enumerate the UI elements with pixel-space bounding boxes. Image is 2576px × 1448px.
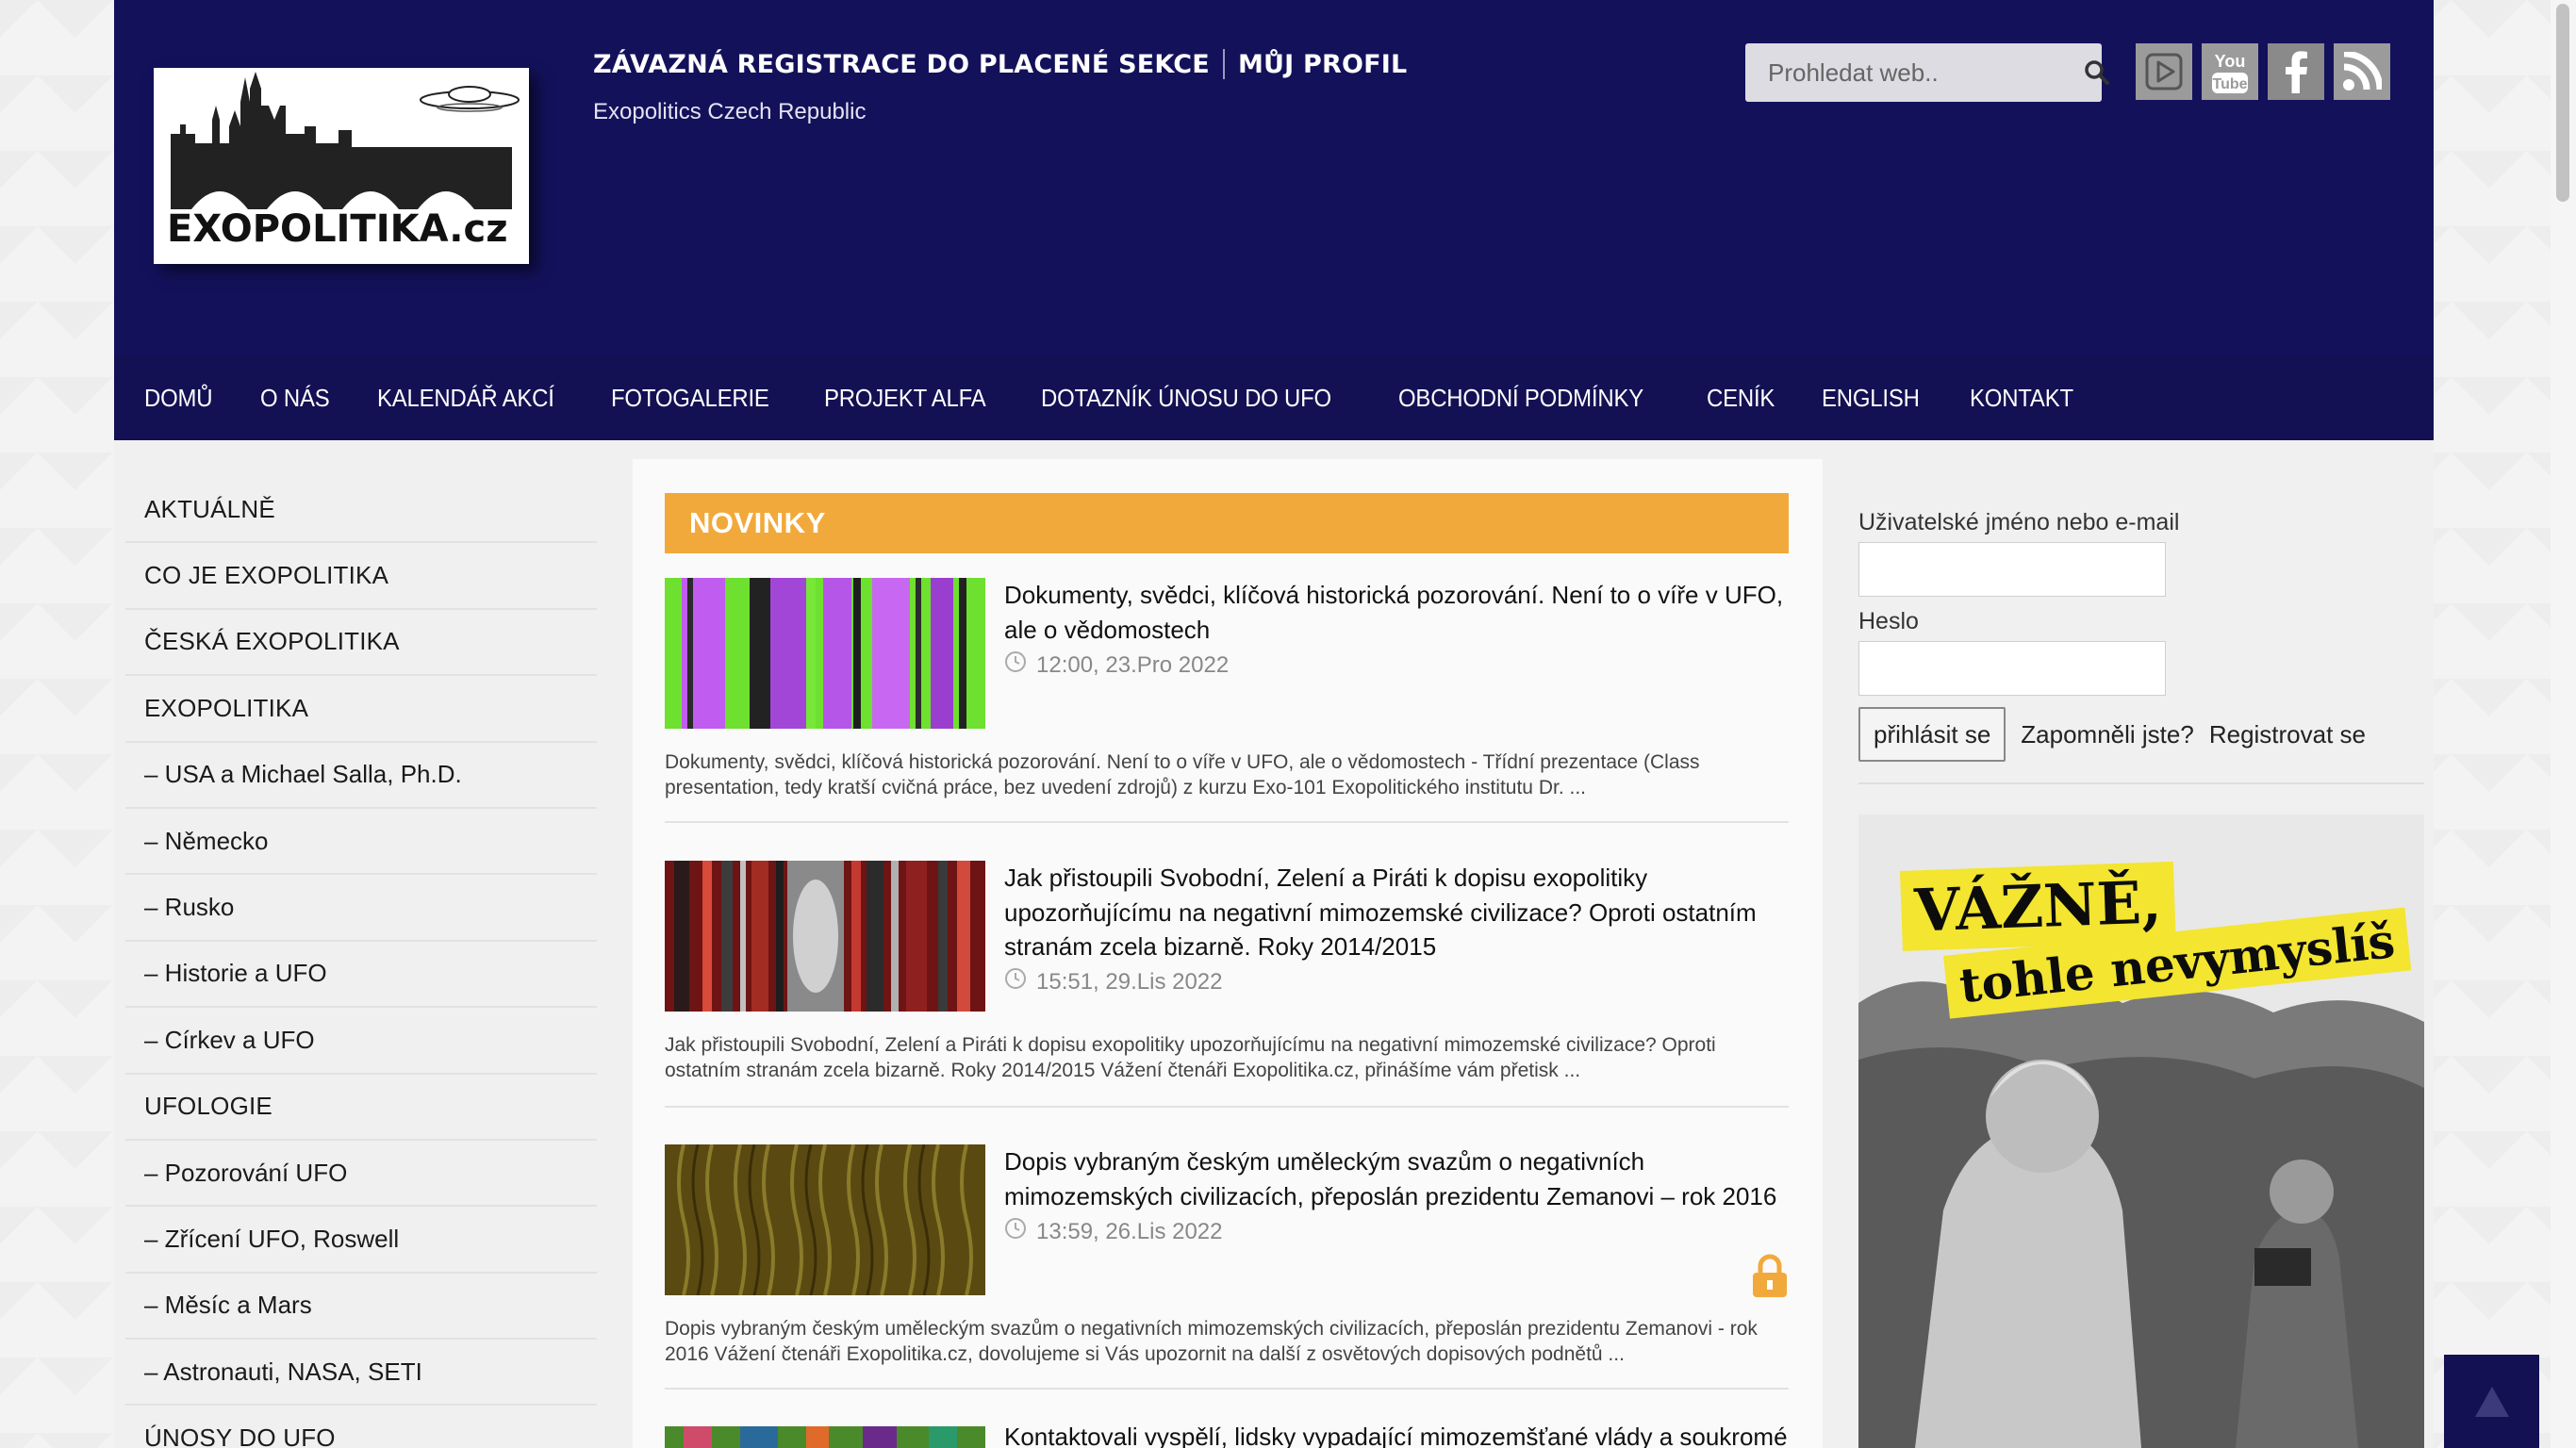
- sidebar-item-ufo-crash-roswell[interactable]: – Zřícení UFO, Roswell: [125, 1207, 597, 1274]
- article-thumbnail[interactable]: [665, 578, 985, 729]
- sidebar-item-germany[interactable]: – Německo: [125, 809, 597, 876]
- page-scrollbar[interactable]: [2551, 0, 2576, 1448]
- nav-item-pricing[interactable]: CENÍK: [1707, 384, 1775, 413]
- sidebar-item-church-ufo[interactable]: – Církev a UFO: [125, 1008, 597, 1075]
- youtube-label-bottom: Tube: [2212, 76, 2247, 92]
- article-item: Dopis vybraným českým uměleckým svazům o…: [665, 1144, 1789, 1427]
- logo-text: EXOPOLITIKA.cz: [167, 207, 507, 251]
- register-link[interactable]: Registrovat se: [2209, 720, 2366, 749]
- article-divider: [665, 1106, 1789, 1108]
- login-actions: přihlásit se Zapomněli jste? Registrovat…: [1858, 707, 2424, 762]
- nav-item-english[interactable]: ENGLISH: [1822, 384, 1920, 413]
- youtube-label-top: You: [2215, 52, 2246, 71]
- username-label: Uživatelské jméno nebo e-mail: [1858, 509, 2180, 535]
- article-date-text: 13:59, 26.Lis 2022: [1036, 1218, 1223, 1244]
- article-title[interactable]: Jak přistoupili Svobodní, Zelení a Pirát…: [1004, 861, 1789, 964]
- article-excerpt: Dokumenty, svědci, klíčová historická po…: [665, 751, 1700, 798]
- article-date: 12:00, 23.Pro 2022: [1004, 650, 1229, 680]
- nav-item-project-alfa[interactable]: PROJEKT ALFA: [824, 384, 986, 413]
- sidebar-item-what-is-exopolitics[interactable]: CO JE EXOPOLITIKA: [125, 543, 597, 610]
- scrollbar-thumb[interactable]: [2556, 4, 2569, 202]
- clock-icon: [1004, 1217, 1027, 1246]
- sidebar-item-ufo-abductions[interactable]: ÚNOSY DO UFO: [125, 1406, 597, 1448]
- book-advertisement[interactable]: VÁŽNĚ, tohle nevymyslíš: [1858, 814, 2424, 1448]
- article-title[interactable]: Dokumenty, svědci, klíčová historická po…: [1004, 578, 1789, 647]
- rumble-icon[interactable]: [2136, 43, 2192, 100]
- paid-registration-link[interactable]: ZÁVAZNÁ REGISTRACE DO PLACENÉ SEKCE: [593, 50, 1210, 79]
- login-divider: [1858, 782, 2424, 784]
- search-box: [1745, 43, 2109, 102]
- arrow-up-icon: [2474, 1386, 2509, 1417]
- sidebar-item-ufology[interactable]: UFOLOGIE: [125, 1075, 597, 1141]
- forgot-password-link[interactable]: Zapomněli jste?: [2021, 720, 2194, 749]
- my-profile-link[interactable]: MŮJ PROFIL: [1238, 50, 1407, 79]
- article-excerpt: Jak přistoupili Svobodní, Zelení a Pirát…: [665, 1034, 1716, 1081]
- site-header: EXOPOLITIKA.cz ZÁVAZNÁ REGISTRACE DO PLA…: [114, 0, 2434, 355]
- search-input[interactable]: [1745, 43, 2084, 102]
- sidebar-item-russia[interactable]: – Rusko: [125, 875, 597, 942]
- sidebar-item-czech-exopolitics[interactable]: ČESKÁ EXOPOLITIKA: [125, 610, 597, 677]
- article-thumbnail[interactable]: [665, 861, 985, 1012]
- search-icon[interactable]: [2084, 43, 2110, 102]
- nav-item-contact[interactable]: KONTAKT: [1970, 384, 2073, 413]
- facebook-icon[interactable]: [2268, 43, 2324, 100]
- login-button[interactable]: přihlásit se: [1858, 707, 2006, 762]
- site-tagline: Exopolitics Czech Republic: [593, 99, 867, 124]
- password-input[interactable]: [1858, 641, 2166, 696]
- article-title[interactable]: Kontaktovali vyspělí, lidsky vypadající …: [1004, 1426, 1789, 1448]
- article-date-text: 12:00, 23.Pro 2022: [1036, 651, 1230, 678]
- nav-item-calendar[interactable]: KALENDÁŘ AKCÍ: [377, 384, 554, 413]
- article-divider: [665, 821, 1789, 823]
- clock-icon: [1004, 967, 1027, 996]
- article-date: 15:51, 29.Lis 2022: [1004, 967, 1223, 996]
- sidebar-item-exopolitics[interactable]: EXOPOLITIKA: [125, 676, 597, 743]
- article-date: 13:59, 26.Lis 2022: [1004, 1217, 1223, 1246]
- scroll-to-top-button[interactable]: [2444, 1355, 2539, 1448]
- clock-icon: [1004, 650, 1027, 680]
- article-thumbnail[interactable]: [665, 1144, 985, 1295]
- main-nav: DOMŮ O NÁS KALENDÁŘ AKCÍ FOTOGALERIE PRO…: [114, 355, 2434, 440]
- sidebar-item-ufo-sightings[interactable]: – Pozorování UFO: [125, 1141, 597, 1208]
- page: EXOPOLITIKA.cz ZÁVAZNÁ REGISTRACE DO PLA…: [114, 0, 2434, 1448]
- news-column: NOVINKY Dokumenty, svědci, klíčová histo…: [633, 459, 1823, 1448]
- article-title[interactable]: Dopis vybraným českým uměleckým svazům o…: [1004, 1144, 1789, 1213]
- top-links: ZÁVAZNÁ REGISTRACE DO PLACENÉ SEKCE MŮJ …: [593, 49, 1407, 79]
- article-date-text: 15:51, 29.Lis 2022: [1036, 968, 1223, 995]
- section-title: NOVINKY: [665, 493, 1789, 553]
- sidebar-item-usa-salla[interactable]: – USA a Michael Salla, Ph.D.: [125, 743, 597, 809]
- sidebar-item-current[interactable]: AKTUÁLNĚ: [125, 477, 597, 544]
- youtube-icon[interactable]: You Tube: [2202, 43, 2258, 100]
- username-input[interactable]: [1858, 542, 2166, 597]
- sidebar-item-moon-mars[interactable]: – Měsíc a Mars: [125, 1274, 597, 1341]
- article-thumbnail[interactable]: [665, 1426, 985, 1448]
- nav-item-abduction-questionnaire[interactable]: DOTAZNÍK ÚNOSU DO UFO: [1041, 384, 1331, 413]
- sidebar-item-history-ufo[interactable]: – Historie a UFO: [125, 942, 597, 1009]
- password-label: Heslo: [1858, 608, 1919, 634]
- top-links-separator: [1222, 49, 1225, 79]
- nav-item-about[interactable]: O NÁS: [260, 384, 330, 413]
- nav-item-home[interactable]: DOMŮ: [144, 384, 213, 413]
- nav-item-gallery[interactable]: FOTOGALERIE: [611, 384, 769, 413]
- article-divider: [665, 1388, 1789, 1390]
- article-item: Jak přistoupili Svobodní, Zelení a Pirát…: [665, 861, 1789, 1144]
- lock-icon: [1751, 1254, 1789, 1302]
- sidebar-item-astronauts-nasa-seti[interactable]: – Astronauti, NASA, SETI: [125, 1340, 597, 1407]
- site-logo[interactable]: EXOPOLITIKA.cz: [154, 68, 529, 264]
- category-sidebar: AKTUÁLNĚ CO JE EXOPOLITIKA ČESKÁ EXOPOLI…: [125, 477, 597, 1448]
- nav-item-terms[interactable]: OBCHODNÍ PODMÍNKY: [1398, 384, 1643, 413]
- rss-icon[interactable]: [2334, 43, 2390, 100]
- article-item: Kontaktovali vyspělí, lidsky vypadající …: [665, 1426, 1789, 1448]
- login-form: Uživatelské jméno nebo e-mail Heslo přih…: [1858, 509, 2424, 784]
- article-excerpt: Dopis vybraným českým uměleckým svazům o…: [665, 1318, 1758, 1365]
- article-item: Dokumenty, svědci, klíčová historická po…: [665, 578, 1789, 861]
- social-links: You Tube: [2136, 43, 2390, 100]
